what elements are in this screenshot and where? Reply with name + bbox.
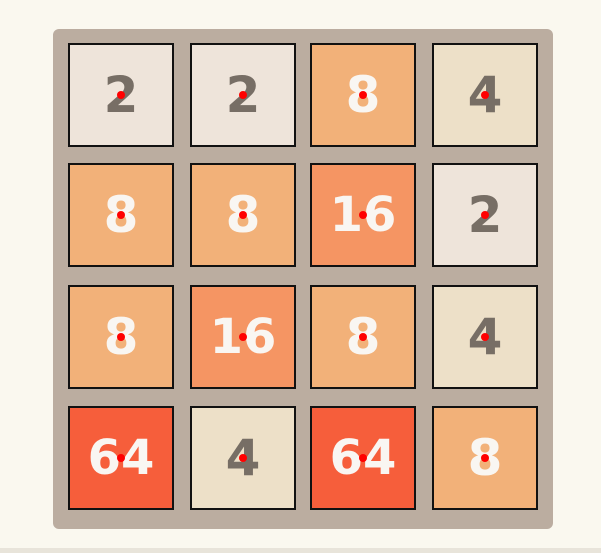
tile-marker-dot: [117, 333, 125, 341]
tile-marker-dot: [481, 333, 489, 341]
tile-marker-dot: [117, 91, 125, 99]
tile-marker-dot: [239, 333, 247, 341]
tile-r2-c0: 8: [68, 285, 174, 389]
tile-r2-c1: 16: [190, 285, 296, 389]
tile-marker-dot: [481, 454, 489, 462]
tile-r1-c1: 8: [190, 163, 296, 267]
tile-marker-dot: [239, 91, 247, 99]
tile-marker-dot: [359, 454, 367, 462]
bottom-edge: [0, 548, 601, 553]
tile-marker-dot: [359, 333, 367, 341]
tile-r3-c0: 64: [68, 406, 174, 510]
tile-r3-c2: 64: [310, 406, 416, 510]
tile-marker-dot: [359, 211, 367, 219]
tile-r0-c3: 4: [432, 43, 538, 147]
tile-r1-c2: 16: [310, 163, 416, 267]
game-board: 22848816281684644648: [53, 29, 553, 529]
tile-r1-c0: 8: [68, 163, 174, 267]
tile-marker-dot: [359, 91, 367, 99]
tile-r2-c2: 8: [310, 285, 416, 389]
tile-r3-c1: 4: [190, 406, 296, 510]
tile-r0-c0: 2: [68, 43, 174, 147]
tile-marker-dot: [117, 454, 125, 462]
tile-marker-dot: [481, 91, 489, 99]
tile-r2-c3: 4: [432, 285, 538, 389]
tile-r1-c3: 2: [432, 163, 538, 267]
tile-marker-dot: [481, 211, 489, 219]
tile-marker-dot: [239, 454, 247, 462]
tile-r3-c3: 8: [432, 406, 538, 510]
tile-r0-c1: 2: [190, 43, 296, 147]
tile-r0-c2: 8: [310, 43, 416, 147]
tile-marker-dot: [117, 211, 125, 219]
tile-marker-dot: [239, 211, 247, 219]
